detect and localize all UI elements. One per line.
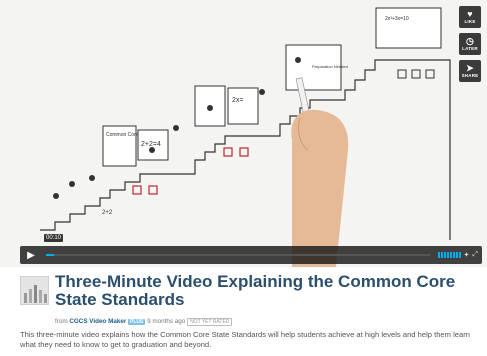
rating-badge: NOT YET RATED	[187, 318, 233, 326]
board-text-5: 2x³+3x=10	[385, 16, 409, 22]
like-label: LIKE	[464, 19, 476, 24]
board-text-3: 2x=	[232, 97, 243, 104]
author-avatar[interactable]	[20, 276, 49, 305]
current-time: 00:10	[44, 234, 64, 242]
play-icon: ▶	[27, 249, 35, 261]
video-player[interactable]: Common Core 2+2=4 2x= Preparation Needed…	[0, 0, 487, 267]
share-label: SHARE	[461, 73, 479, 78]
board-text-2: 2+2=4	[141, 141, 161, 148]
watch-later-button[interactable]: ◷ LATER	[459, 33, 481, 55]
author-link[interactable]: CGCS Video Maker	[69, 318, 126, 325]
progress-track[interactable]	[46, 254, 430, 256]
paper-plane-icon: ➤	[466, 63, 474, 73]
hd-icon[interactable]: ✦	[464, 251, 470, 259]
progress-bar[interactable]: 00:10	[42, 234, 434, 264]
video-description: This three-minute video explains how the…	[20, 330, 470, 349]
video-frame: Common Core 2+2=4 2x= Preparation Needed…	[0, 0, 487, 267]
avatar-image	[21, 277, 48, 304]
plus-badge: PLUS	[128, 319, 146, 325]
heart-icon: ♥	[467, 9, 473, 19]
volume-control[interactable]	[437, 252, 461, 258]
stair-text: 2+2	[102, 210, 113, 216]
like-button[interactable]: ♥ LIKE	[459, 6, 481, 28]
player-controls: ▶ 00:10 ✦ ⤢	[20, 234, 482, 264]
later-label: LATER	[462, 46, 478, 51]
board-text-4: Preparation Needed	[312, 64, 348, 69]
progress-fill	[46, 254, 54, 256]
side-buttons: ♥ LIKE ◷ LATER ➤ SHARE	[459, 6, 481, 82]
share-button[interactable]: ➤ SHARE	[459, 60, 481, 82]
video-title: Three-Minute Video Explaining the Common…	[55, 272, 456, 309]
board-text-1: Common Core	[106, 132, 139, 138]
fullscreen-icon[interactable]: ⤢	[472, 251, 478, 259]
time-ago: 9 months ago	[147, 318, 186, 325]
byline: from CGCS Video Maker PLUS 9 months ago …	[55, 318, 233, 326]
from-label: from	[55, 318, 68, 325]
clock-icon: ◷	[465, 36, 475, 46]
play-button[interactable]: ▶	[20, 246, 42, 264]
